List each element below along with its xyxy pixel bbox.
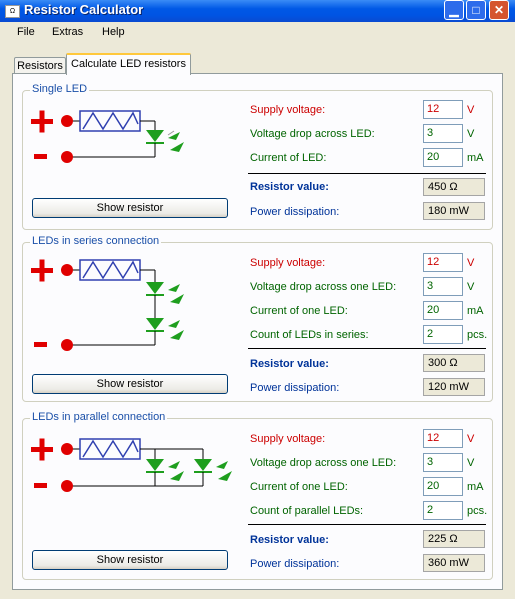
single-led-schematic-icon	[31, 110, 184, 163]
single-supply-input[interactable]: 12	[423, 100, 463, 119]
series-count-unit: pcs.	[467, 329, 488, 341]
parallel-drop-input[interactable]: 3	[423, 453, 463, 472]
parallel-count-label: Count of parallel LEDs:	[250, 505, 364, 517]
maximize-button[interactable]: □	[466, 0, 486, 20]
parallel-count-input[interactable]: 2	[423, 501, 463, 520]
show-resistor-button-single[interactable]: Show resistor	[32, 198, 228, 218]
series-power-value: 120 mW	[423, 378, 485, 396]
series-supply-input[interactable]: 12	[423, 253, 463, 272]
parallel-power-value: 360 mW	[423, 554, 485, 572]
series-supply-label: Supply voltage:	[250, 257, 326, 269]
series-separator	[248, 348, 486, 349]
parallel-supply-input[interactable]: 12	[423, 429, 463, 448]
title-bar: Ω Resistor Calculator ▁ □ ✕	[0, 0, 515, 22]
series-supply-unit: V	[467, 257, 475, 269]
app-icon: Ω	[5, 5, 20, 18]
series-power-label: Power dissipation:	[250, 382, 340, 394]
single-resistor-value: 450 Ω	[423, 178, 485, 196]
series-current-label: Current of one LED:	[250, 305, 348, 317]
single-resistor-label: Resistor value:	[250, 181, 329, 193]
single-supply-label: Supply voltage:	[250, 104, 326, 116]
series-resistor-value: 300 Ω	[423, 354, 485, 372]
single-current-input[interactable]: 20	[423, 148, 463, 167]
parallel-supply-label: Supply voltage:	[250, 433, 326, 445]
series-resistor-label: Resistor value:	[250, 358, 329, 370]
menu-file[interactable]: File	[17, 26, 35, 38]
show-resistor-button-parallel[interactable]: Show resistor	[32, 550, 228, 570]
single-drop-unit: V	[467, 128, 475, 140]
series-drop-unit: V	[467, 281, 475, 293]
group-title-single: Single LED	[30, 83, 90, 95]
series-current-unit: mA	[467, 305, 484, 317]
single-current-label: Current of LED:	[250, 152, 327, 164]
parallel-current-unit: mA	[467, 481, 484, 493]
parallel-power-label: Power dissipation:	[250, 558, 340, 570]
single-supply-unit: V	[467, 104, 475, 116]
close-button[interactable]: ✕	[489, 0, 509, 20]
parallel-current-input[interactable]: 20	[423, 477, 463, 496]
parallel-led-schematic-icon	[31, 438, 232, 492]
parallel-current-label: Current of one LED:	[250, 481, 348, 493]
group-title-parallel: LEDs in parallel connection	[30, 411, 168, 423]
window-title: Resistor Calculator	[24, 2, 144, 17]
show-resistor-button-series[interactable]: Show resistor	[32, 374, 228, 394]
series-count-label: Count of LEDs in series:	[250, 329, 369, 341]
parallel-drop-unit: V	[467, 457, 475, 469]
single-current-unit: mA	[467, 152, 484, 164]
minimize-button[interactable]: ▁	[444, 0, 464, 20]
tab-calculate-led-resistors[interactable]: Calculate LED resistors	[66, 53, 191, 75]
menu-bar: File Extras Help	[0, 22, 515, 44]
single-separator	[248, 173, 486, 174]
parallel-resistor-label: Resistor value:	[250, 534, 329, 546]
series-drop-label: Voltage drop across one LED:	[250, 281, 397, 293]
single-power-label: Power dissipation:	[250, 206, 340, 218]
single-drop-label: Voltage drop across LED:	[250, 128, 375, 140]
parallel-resistor-value: 225 Ω	[423, 530, 485, 548]
series-count-input[interactable]: 2	[423, 325, 463, 344]
series-drop-input[interactable]: 3	[423, 277, 463, 296]
series-current-input[interactable]: 20	[423, 301, 463, 320]
parallel-count-unit: pcs.	[467, 505, 488, 517]
menu-help[interactable]: Help	[102, 26, 125, 38]
single-drop-input[interactable]: 3	[423, 124, 463, 143]
single-power-value: 180 mW	[423, 202, 485, 220]
parallel-separator	[248, 524, 486, 525]
series-led-schematic-icon	[31, 259, 184, 351]
menu-extras[interactable]: Extras	[52, 26, 83, 38]
parallel-supply-unit: V	[467, 433, 475, 445]
parallel-drop-label: Voltage drop across one LED:	[250, 457, 397, 469]
group-title-series: LEDs in series connection	[30, 235, 162, 247]
